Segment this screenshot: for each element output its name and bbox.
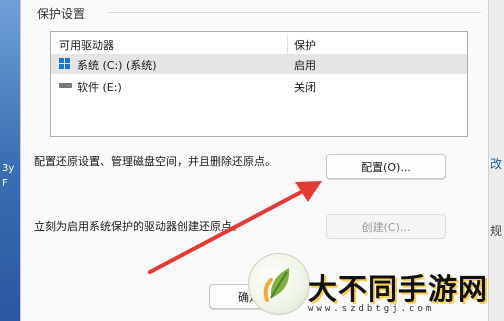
- create-description: 立刻为启用系统保护的驱动器创建还原点。: [34, 220, 243, 233]
- group-title: 保护设置: [37, 5, 92, 22]
- drive-name: 系统 (C:) (系统): [77, 59, 157, 72]
- watermark-logo: [248, 253, 310, 315]
- column-header-protection[interactable]: 保护: [294, 37, 316, 53]
- column-divider[interactable]: [287, 34, 288, 54]
- column-header-drive[interactable]: 可用驱动器: [59, 37, 114, 53]
- table-row[interactable]: 软件 (E:) 关闭: [51, 76, 467, 96]
- background-text: 规: [490, 224, 503, 238]
- desktop-background: 3y F: [0, 0, 20, 321]
- drive-list[interactable]: 可用驱动器 保护 系统 (C:) (系统) 启用 软件 (E:) 关闭: [50, 31, 468, 137]
- drive-name: 软件 (E:): [77, 81, 122, 94]
- create-button[interactable]: 创建(C)...: [326, 214, 446, 239]
- configure-description: 配置还原设置、管理磁盘空间，并且删除还原点。: [34, 155, 276, 168]
- background-window-edge: 改 规: [488, 0, 504, 321]
- desktop-text: 3y: [2, 163, 15, 174]
- table-row[interactable]: 系统 (C:) (系统) 启用: [51, 54, 467, 74]
- background-text: 改: [490, 157, 503, 171]
- protection-status: 关闭: [294, 81, 316, 94]
- configure-button[interactable]: 配置(O)...: [326, 154, 446, 179]
- watermark-url: www.szdbtgj.com: [308, 304, 435, 314]
- group-divider: [109, 12, 481, 13]
- leaf-icon: [263, 268, 290, 302]
- watermark-brand: 大不同手游网: [308, 272, 489, 306]
- windows-drive-icon: [59, 58, 71, 70]
- hard-drive-icon: [59, 83, 72, 88]
- table-header: 可用驱动器 保护: [51, 34, 467, 54]
- desktop-text: F: [2, 178, 8, 189]
- protection-status: 启用: [294, 59, 316, 72]
